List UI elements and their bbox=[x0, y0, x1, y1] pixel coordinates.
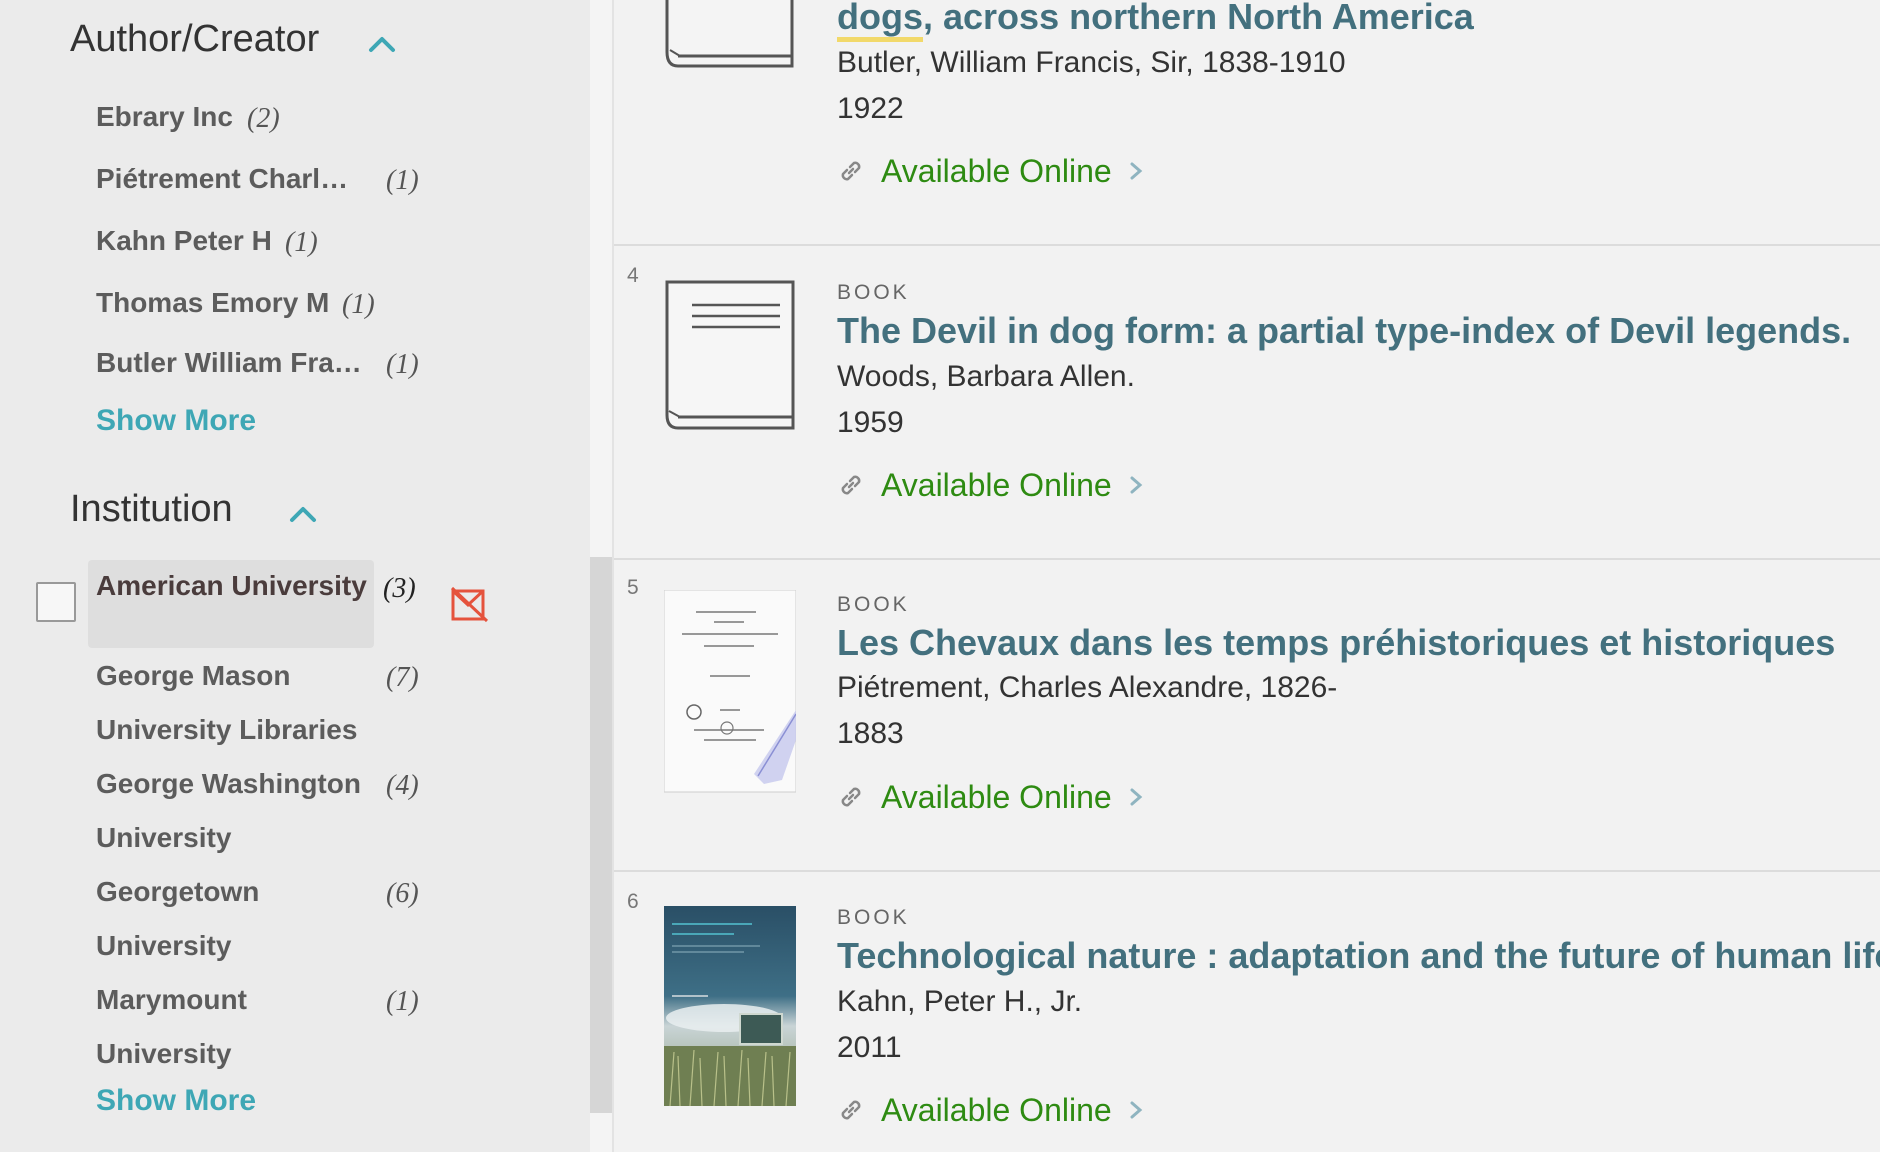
book-cover-thumbnail[interactable] bbox=[664, 590, 796, 794]
result-type-label: BOOK bbox=[837, 593, 910, 616]
pane-divider bbox=[612, 0, 614, 1152]
facet-institution-gmu-line2[interactable]: University Libraries bbox=[96, 714, 357, 746]
link-icon bbox=[841, 161, 861, 181]
result-title-link[interactable]: The Devil in dog form: a partial type-in… bbox=[837, 310, 1851, 352]
facet-count: (2) bbox=[247, 103, 280, 134]
facet-count: (1) bbox=[386, 165, 419, 196]
chevron-right-icon bbox=[1130, 1101, 1142, 1119]
link-icon bbox=[841, 475, 861, 495]
result-divider bbox=[614, 558, 1880, 560]
chevron-right-icon bbox=[1130, 788, 1142, 806]
facet-count: (7) bbox=[386, 662, 419, 693]
facet-count: (1) bbox=[342, 289, 375, 320]
author-show-more-link[interactable]: Show More bbox=[96, 404, 256, 438]
book-cover-thumbnail[interactable] bbox=[664, 279, 796, 431]
result-author: Butler, William Francis, Sir, 1838-1910 bbox=[837, 46, 1346, 79]
result-year: 1922 bbox=[837, 92, 904, 125]
available-online-text[interactable]: Available Online bbox=[881, 467, 1112, 504]
facet-institution-gwu-line2[interactable]: University bbox=[96, 822, 231, 854]
book-cover-thumbnail[interactable] bbox=[664, 906, 796, 1108]
facet-count: (6) bbox=[386, 878, 419, 909]
available-online-link[interactable]: Available Online bbox=[837, 467, 1144, 503]
facet-count: (1) bbox=[285, 227, 318, 258]
result-author: Piétrement, Charles Alexandre, 1826- bbox=[837, 671, 1338, 704]
result-number: 5 bbox=[627, 576, 639, 599]
facet-institution-american[interactable]: American University bbox=[96, 570, 367, 602]
exclude-facet-icon[interactable] bbox=[449, 583, 491, 625]
book-cover-thumbnail[interactable] bbox=[664, 0, 796, 70]
result-number: 4 bbox=[627, 264, 639, 287]
search-term-highlight[interactable]: dogs bbox=[837, 0, 923, 42]
facet-author-ebrary[interactable]: Ebrary Inc bbox=[96, 101, 233, 133]
result-title-link[interactable]: Les Chevaux dans les temps préhistorique… bbox=[837, 622, 1835, 664]
facet-author-kahn[interactable]: Kahn Peter H bbox=[96, 225, 272, 257]
result-title-link[interactable]: dogs, across northern North America bbox=[837, 0, 1474, 42]
available-online-text[interactable]: Available Online bbox=[881, 1092, 1112, 1129]
result-title-text[interactable]: , across northern North America bbox=[923, 0, 1474, 37]
chevron-right-icon bbox=[1130, 476, 1142, 494]
result-type-label: BOOK bbox=[837, 906, 910, 929]
result-year: 2011 bbox=[837, 1031, 902, 1064]
available-online-text[interactable]: Available Online bbox=[881, 153, 1112, 190]
available-online-link[interactable]: Available Online bbox=[837, 1092, 1144, 1128]
facet-count: (3) bbox=[383, 573, 416, 604]
available-online-text[interactable]: Available Online bbox=[881, 779, 1112, 816]
facet-sidebar: Author/Creator Ebrary Inc (2) Piétrement… bbox=[0, 0, 590, 1152]
institution-show-more-link[interactable]: Show More bbox=[96, 1084, 256, 1118]
facet-count: (1) bbox=[386, 986, 419, 1017]
facet-count: (1) bbox=[386, 349, 419, 380]
facet-institution-gmu[interactable]: George Mason bbox=[96, 660, 290, 692]
facet-institution-georgetown-line2[interactable]: University bbox=[96, 930, 231, 962]
result-type-label: BOOK bbox=[837, 281, 910, 304]
link-icon bbox=[841, 787, 861, 807]
sidebar-scrollbar-thumb[interactable] bbox=[590, 557, 612, 1113]
link-icon bbox=[841, 1100, 861, 1120]
facet-institution-marymount[interactable]: Marymount bbox=[96, 984, 247, 1016]
available-online-link[interactable]: Available Online bbox=[837, 153, 1144, 189]
chevron-right-icon bbox=[1130, 162, 1142, 180]
result-author: Kahn, Peter H., Jr. bbox=[837, 985, 1083, 1018]
facet-institution-marymount-line2[interactable]: University bbox=[96, 1038, 231, 1070]
facet-institution-gwu[interactable]: George Washington bbox=[96, 768, 361, 800]
institution-heading[interactable]: Institution bbox=[70, 488, 233, 531]
facet-author-butler[interactable]: Butler William Fra… bbox=[96, 347, 362, 379]
result-year: 1883 bbox=[837, 717, 904, 750]
facet-count: (4) bbox=[386, 770, 419, 801]
collapse-author-icon[interactable] bbox=[367, 34, 397, 54]
facet-author-thomas[interactable]: Thomas Emory M bbox=[96, 287, 329, 319]
facet-author-pietrement[interactable]: Piétrement Charl… bbox=[96, 163, 348, 195]
result-author: Woods, Barbara Allen. bbox=[837, 360, 1135, 393]
facet-institution-georgetown[interactable]: Georgetown bbox=[96, 876, 259, 908]
result-divider bbox=[614, 244, 1880, 246]
include-facet-checkbox[interactable] bbox=[36, 582, 76, 622]
available-online-link[interactable]: Available Online bbox=[837, 779, 1144, 815]
result-title-link[interactable]: Technological nature : adaptation and th… bbox=[837, 935, 1880, 977]
result-year: 1959 bbox=[837, 406, 904, 439]
result-divider bbox=[614, 870, 1880, 872]
result-number: 6 bbox=[627, 890, 639, 913]
collapse-institution-icon[interactable] bbox=[288, 504, 318, 524]
author-creator-heading[interactable]: Author/Creator bbox=[70, 18, 319, 61]
